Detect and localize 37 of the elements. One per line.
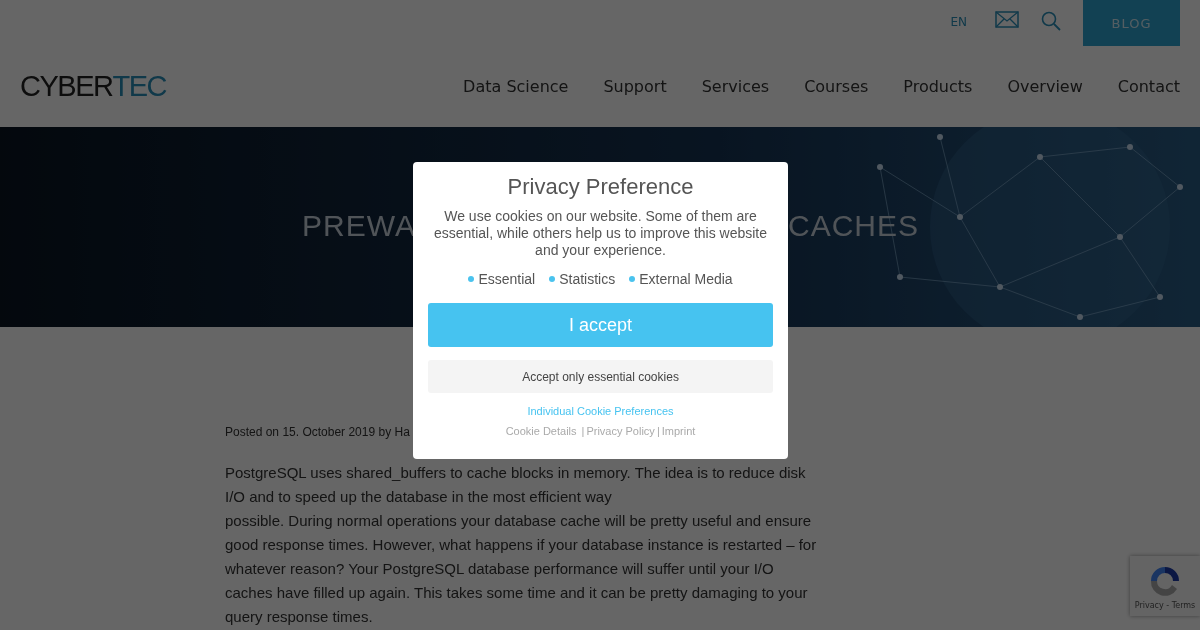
nav-link[interactable]: Products xyxy=(903,77,973,96)
logo[interactable]: CYBERTEC xyxy=(20,70,166,103)
essential-cookies-button[interactable]: Accept only essential cookies xyxy=(428,360,773,393)
nav-link[interactable]: Data Science xyxy=(463,77,569,96)
dialog-text: We use cookies on our website. Some of them are essential, while others help us to improve this website and your experience. xyxy=(432,208,769,259)
category-label: External Media xyxy=(639,271,733,287)
date-link[interactable]: 15. October 2019 xyxy=(282,425,376,439)
dialog-title: Privacy Preference xyxy=(507,174,694,200)
article-paragraph: possible. During normal operations your database cache will be pretty useful and ensure good response times. However, what happens if your database instance is restarted – for whatever reason? Your PostgreSQL database performance will suffer until your I/O caches have filled up again. This takes some time and it can be pretty damaging to your query response times. xyxy=(225,511,818,627)
accept-button[interactable]: I accept xyxy=(428,303,773,347)
nav-link[interactable]: Overview xyxy=(1007,77,1083,96)
mail-icon[interactable] xyxy=(995,11,1019,28)
bullet-icon xyxy=(629,276,636,282)
nav-link[interactable]: Support xyxy=(603,77,667,96)
imprint-link[interactable]: Imprint xyxy=(661,425,696,437)
cookie-details-link[interactable]: Cookie Details xyxy=(505,425,577,437)
category-label: Statistics xyxy=(559,271,616,287)
nav-link[interactable]: Courses xyxy=(804,77,869,96)
posted-label: Posted on xyxy=(225,425,280,439)
category-label: Essential xyxy=(478,271,536,287)
by-label: by xyxy=(378,425,392,439)
separator: | xyxy=(581,425,585,437)
nav-link[interactable]: Services xyxy=(701,77,770,96)
recaptcha-links[interactable]: Privacy - Terms xyxy=(1134,600,1196,610)
blog-button[interactable]: BLOG xyxy=(1083,0,1180,46)
privacy-policy-link[interactable]: Privacy Policy xyxy=(586,425,655,437)
separator: | xyxy=(656,425,660,437)
nav-link[interactable]: Contact xyxy=(1117,77,1180,96)
preferences-link[interactable]: Individual Cookie Preferences xyxy=(527,405,674,417)
recaptcha-badge[interactable]: Privacy - Terms xyxy=(1130,556,1200,616)
author-link[interactable]: Ha xyxy=(394,425,410,439)
hero-title: PREWA xyxy=(302,209,416,243)
bullet-icon xyxy=(549,276,556,282)
hero-title: CACHES xyxy=(788,209,920,243)
language-link[interactable]: EN xyxy=(950,15,967,29)
bullet-icon xyxy=(468,276,475,282)
search-icon[interactable] xyxy=(1041,11,1061,31)
